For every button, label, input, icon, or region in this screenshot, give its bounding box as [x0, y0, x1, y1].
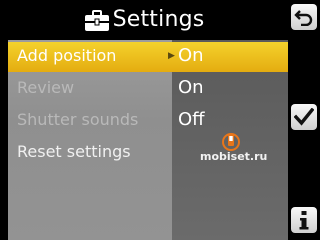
back-button[interactable]	[291, 4, 317, 30]
page-title: Settings	[112, 7, 205, 32]
setting-row-add-position[interactable]: Add position ▶ On	[8, 41, 288, 73]
setting-row-review[interactable]: Review On	[8, 73, 288, 105]
confirm-button[interactable]	[291, 104, 317, 130]
back-arrow-icon	[294, 10, 313, 26]
settings-screen: Settings Add position ▶ On Review On Shu…	[0, 0, 320, 240]
watermark-logo-icon	[222, 133, 240, 151]
setting-value: On	[178, 77, 204, 98]
checkmark-icon	[294, 108, 314, 126]
info-button[interactable]	[291, 207, 317, 233]
watermark-text: mobiset.ru	[200, 150, 268, 163]
setting-label: Add position	[17, 46, 117, 65]
setting-label: Reset settings	[17, 142, 131, 161]
setting-label: Review	[17, 78, 75, 97]
info-icon	[299, 211, 309, 230]
setting-value: Off	[178, 109, 205, 130]
selection-arrow-icon: ▶	[168, 51, 175, 61]
toolbox-icon	[84, 10, 109, 31]
watermark: mobiset.ru	[200, 130, 272, 170]
setting-label: Shutter sounds	[17, 110, 139, 129]
setting-value: On	[178, 45, 204, 66]
title-bar: Settings	[0, 0, 288, 40]
